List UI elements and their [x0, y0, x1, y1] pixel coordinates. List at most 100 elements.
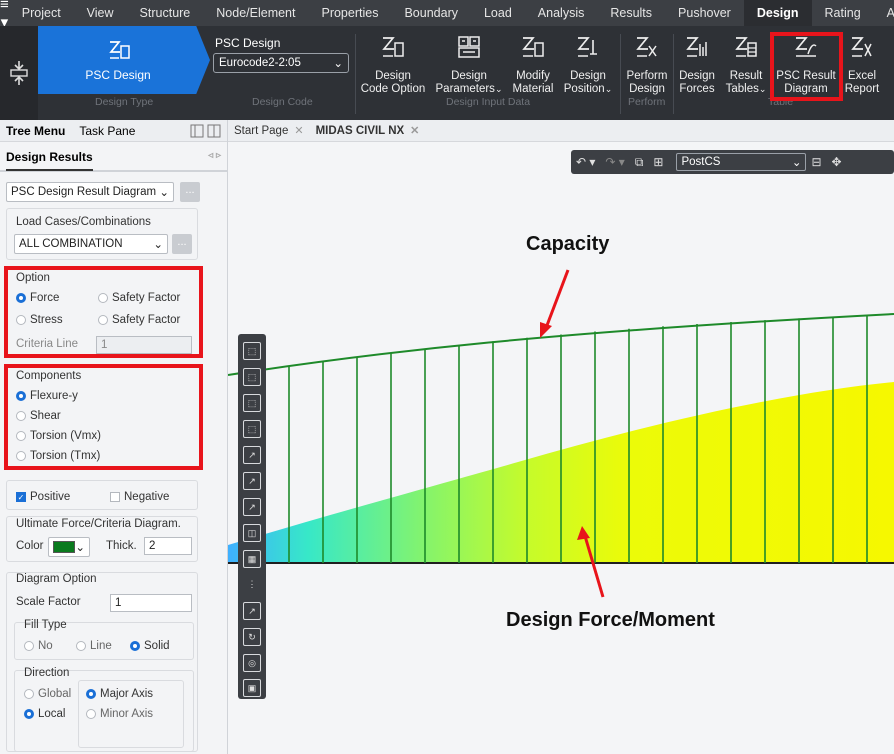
design-code-option-button[interactable]: Design Code Option [360, 34, 426, 96]
node-number-icon[interactable]: ⋮ [243, 576, 261, 594]
chevron-down-icon: ⌄ [758, 84, 767, 94]
unselect-icon[interactable]: ↗ [243, 602, 261, 620]
scale-factor-input[interactable]: 1 [110, 594, 192, 612]
checkbox-positive[interactable]: ✓ Positive [16, 491, 70, 503]
close-icon[interactable]: ✕ [294, 124, 303, 137]
menu-results[interactable]: Results [597, 0, 665, 26]
design-code-value: Eurocode2-2:05 [219, 57, 301, 69]
rotate-view-icon[interactable]: ↻ [243, 628, 261, 646]
select-group-icon[interactable]: ▦ [243, 550, 261, 568]
color-picker[interactable]: ⌄ [48, 537, 90, 557]
menu-view[interactable]: View [74, 0, 127, 26]
ribbon-pin-button[interactable] [0, 26, 38, 120]
result-type-more-button[interactable]: ... [180, 182, 200, 202]
perform-design-button[interactable]: Perform Design [624, 34, 670, 96]
tab-task-pane[interactable]: Task Pane [79, 124, 135, 138]
undo-icon[interactable]: ↶ ▾ [571, 155, 600, 169]
annotation-design-force: Design Force/Moment [506, 609, 715, 631]
perform-icon [636, 37, 657, 57]
excel-report-button[interactable]: Excel Report [842, 34, 882, 96]
radio-local[interactable]: Local [24, 708, 66, 720]
left-panel: Tree Menu Task Pane Design Results ◃ ▹ P… [0, 120, 228, 754]
stage-icon[interactable]: ⊞ [648, 155, 668, 169]
thick-input[interactable]: 2 [144, 537, 192, 555]
design-forces-button[interactable]: Design Forces [676, 34, 718, 96]
menu-design[interactable]: Design [743, 0, 812, 26]
separator [355, 34, 356, 114]
select-volume-icon[interactable]: ↗ [243, 498, 261, 516]
result-type-select[interactable]: PSC Design Result Diagram ⌄ [6, 182, 174, 202]
group-perform: Perform [628, 96, 666, 108]
select-intersect-icon[interactable]: ⬚ [243, 420, 261, 438]
tab-tree-menu[interactable]: Tree Menu [6, 124, 65, 138]
menu-load[interactable]: Load [471, 0, 525, 26]
menu-structure[interactable]: Structure [127, 0, 204, 26]
checkbox-negative[interactable]: Negative [110, 491, 169, 503]
load-case-more-button[interactable]: ... [172, 234, 192, 254]
group-design-code: Design Code [252, 96, 313, 108]
radio-major-axis[interactable]: Major Axis [86, 688, 153, 700]
select-icon[interactable]: ⬚ [243, 342, 261, 360]
separator [673, 34, 674, 114]
ribbon: PSC Design Design Type PSC Design Euroco… [0, 26, 894, 120]
load-case-select[interactable]: ALL COMBINATION ⌄ [14, 234, 168, 254]
design-code-select[interactable]: Eurocode2-2:05 ⌄ [213, 53, 349, 73]
separator [620, 34, 621, 114]
btn-line2-text: Tables [725, 83, 759, 95]
select-window-icon[interactable]: ⬚ [243, 368, 261, 386]
radio-dot [24, 709, 34, 719]
stage-select[interactable]: PostCS ⌄ [676, 153, 807, 171]
radio-fill-line[interactable]: Line [76, 640, 112, 652]
chevron-down-icon: ⌄ [791, 157, 802, 169]
radio-minor-axis[interactable]: Minor Axis [86, 708, 153, 720]
menu-analysis[interactable]: Analysis [525, 0, 598, 26]
design-type-label: PSC Design [85, 68, 151, 82]
select-plane-icon[interactable]: ↗ [243, 472, 261, 490]
forces-icon [686, 37, 707, 57]
excel-icon [851, 37, 872, 57]
pan-icon[interactable]: ✥ [827, 155, 847, 169]
select-polygon-icon[interactable]: ⬚ [243, 394, 261, 412]
model-viewport[interactable]: ↶ ▾ ↷ ▾ ⧉ ⊞ PostCS ⌄ ⊟ ✥ ⬚ ⬚ ⬚ ⬚ ↗ ↗ ↗ ◫… [228, 142, 894, 754]
radio-dot [24, 689, 34, 699]
tab-midas-civil-nx[interactable]: MIDAS CIVIL NX ✕ [310, 124, 426, 138]
stage-value: PostCS [681, 156, 721, 168]
modify-material-button[interactable]: Modify Material [512, 34, 554, 96]
arrow-capacity [544, 269, 570, 329]
parameters-icon [458, 36, 480, 58]
menu-apps[interactable]: Apps [874, 0, 894, 26]
tab-start-page[interactable]: Start Page ✕ [228, 124, 310, 138]
menu-boundary[interactable]: Boundary [391, 0, 471, 26]
btn-line1: Excel [847, 70, 877, 82]
menu-project[interactable]: Project [9, 0, 74, 26]
select-previous-icon[interactable]: ◫ [243, 524, 261, 542]
display-options-icon[interactable]: ⊟ [806, 155, 826, 169]
panel-tabs: Tree Menu Task Pane [0, 120, 227, 142]
zoom-fit-icon[interactable]: ◎ [243, 654, 261, 672]
btn-line2: Report [844, 83, 880, 95]
highlight-box [770, 32, 843, 101]
checkbox-label: Positive [30, 491, 71, 503]
layout-icon[interactable] [190, 124, 222, 138]
tab-label: MIDAS CIVIL NX [315, 124, 405, 137]
menu-node-element[interactable]: Node/Element [203, 0, 308, 26]
menu-properties[interactable]: Properties [308, 0, 391, 26]
design-position-button[interactable]: Design Position⌄ [562, 34, 614, 96]
monitor-icon[interactable]: ▣ [243, 679, 261, 697]
radio-global[interactable]: Global [24, 688, 71, 700]
redo-icon[interactable]: ↷ ▾ [600, 155, 629, 169]
btn-line2-text: Position [563, 83, 605, 95]
close-icon[interactable]: ✕ [410, 124, 419, 137]
btn-line2: Forces [679, 83, 715, 95]
copy-view-icon[interactable]: ⧉ [630, 155, 649, 170]
select-line-icon[interactable]: ↗ [243, 446, 261, 464]
result-tables-button[interactable]: Result Tables⌄ [724, 34, 768, 96]
radio-label: Minor Axis [100, 708, 154, 720]
menu-rating[interactable]: Rating [812, 0, 874, 26]
design-type-button[interactable]: PSC Design [38, 26, 210, 94]
prev-next-icon[interactable]: ◃ ▹ [208, 150, 221, 161]
radio-fill-solid[interactable]: Solid [130, 640, 170, 652]
radio-fill-no[interactable]: No [24, 640, 53, 652]
design-parameters-button[interactable]: Design Parameters⌄ [434, 34, 504, 96]
menu-pushover[interactable]: Pushover [665, 0, 744, 26]
